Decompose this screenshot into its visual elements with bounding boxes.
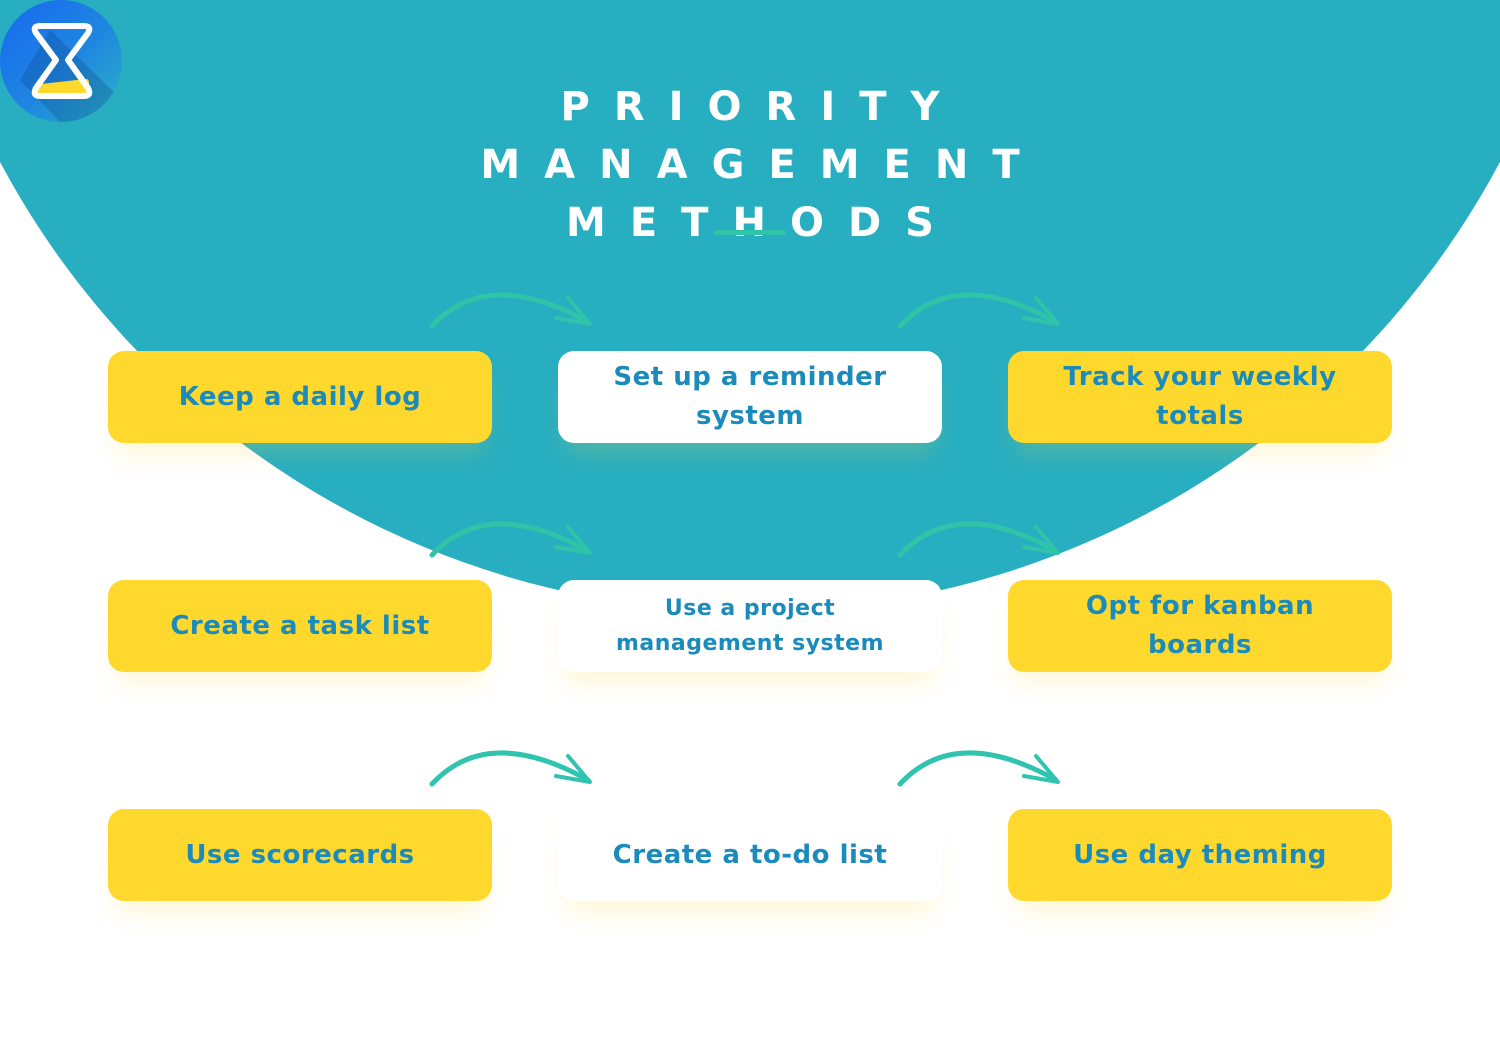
method-card-day-theming: Use day theming bbox=[1008, 809, 1392, 901]
method-card-kanban-boards: Opt for kanban boards bbox=[1008, 580, 1392, 672]
method-label: Use scorecards bbox=[185, 839, 415, 870]
method-label: Use a project management system bbox=[615, 596, 885, 656]
title-line-2: MANAGEMENT bbox=[480, 142, 1044, 188]
arrow-8-to-9 bbox=[896, 742, 1066, 806]
title-underline bbox=[714, 230, 786, 235]
method-card-project-management: Use a project management system bbox=[558, 580, 942, 672]
method-label: Opt for kanban boards bbox=[1085, 591, 1315, 660]
arrow-1-to-2 bbox=[428, 284, 598, 348]
title-line-3: METHODS bbox=[566, 200, 958, 246]
method-card-scorecards: Use scorecards bbox=[108, 809, 492, 901]
method-label: Set up a reminder system bbox=[613, 362, 887, 431]
arrow-2-to-3 bbox=[896, 284, 1066, 348]
arrow-5-to-6 bbox=[896, 513, 1066, 577]
method-card-reminder-system: Set up a reminder system bbox=[558, 351, 942, 443]
arrow-4-to-5 bbox=[428, 513, 598, 577]
title-line-1: PRIORITY bbox=[560, 84, 964, 130]
method-label: Keep a daily log bbox=[178, 381, 422, 412]
method-label: Track your weekly totals bbox=[1063, 362, 1337, 431]
method-card-weekly-totals: Track your weekly totals bbox=[1008, 351, 1392, 443]
method-card-task-list: Create a task list bbox=[108, 580, 492, 672]
arrow-7-to-8 bbox=[428, 742, 598, 806]
method-label: Create a task list bbox=[170, 610, 430, 641]
method-card-todo-list: Create a to-do list bbox=[558, 809, 942, 901]
page-title: PRIORITY MANAGEMENT METHODS bbox=[0, 78, 1500, 252]
method-label: Use day theming bbox=[1073, 839, 1327, 870]
method-card-keep-daily-log: Keep a daily log bbox=[108, 351, 492, 443]
method-label: Create a to-do list bbox=[612, 839, 888, 870]
